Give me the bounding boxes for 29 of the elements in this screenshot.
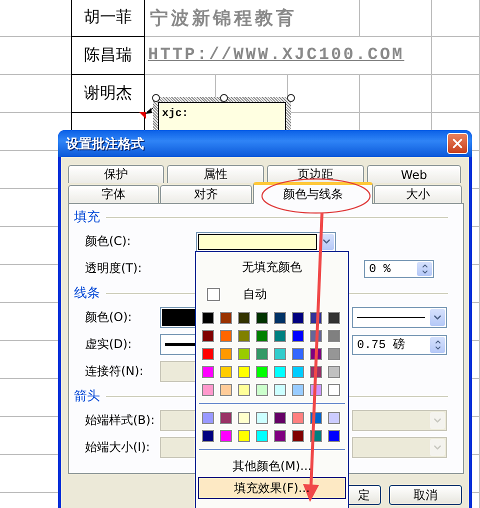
menu-item[interactable]: 无填充颜色 [196, 252, 348, 282]
tab[interactable]: 对齐 [160, 185, 252, 203]
name-cell[interactable]: 谢明杰 [71, 75, 145, 113]
spin-field[interactable]: 0 % [364, 260, 434, 278]
menu-item[interactable]: 自动 [196, 282, 348, 306]
name-cell[interactable]: 胡一菲 [71, 0, 145, 37]
section-title: 填充 [74, 209, 100, 226]
menu-item[interactable]: 其他颜色(M)... [198, 455, 346, 477]
tab[interactable]: 属性 [167, 165, 264, 183]
tab[interactable]: 颜色与线条 [253, 182, 373, 204]
field-label: 连接符(N): [85, 363, 144, 380]
field-label: 虚实(D): [85, 336, 133, 353]
field-label: 始端大小(I): [85, 439, 151, 456]
name-cell[interactable]: 陈昌瑞 [71, 37, 145, 75]
field-label: 始端样式(B): [85, 412, 156, 429]
field-label: 颜色(C): [85, 233, 132, 250]
banner-text: 宁波新锦程教育 [150, 6, 297, 30]
window-title: 设置批注格式 [66, 136, 144, 152]
section-title: 箭头 [74, 388, 100, 405]
spin-field[interactable]: 0.75 磅 [352, 334, 447, 354]
tab[interactable]: 保护 [68, 165, 164, 183]
comment-text: xjc: [162, 108, 188, 120]
cancel-button[interactable]: 取消 [389, 485, 462, 505]
section-title: 线条 [74, 285, 100, 302]
field-label: 颜色(O): [85, 309, 133, 326]
tab[interactable]: 大小 [374, 185, 462, 203]
field-label: 透明度(T): [85, 260, 143, 277]
tab[interactable]: Web [367, 165, 461, 183]
tab[interactable]: 字体 [68, 185, 159, 203]
